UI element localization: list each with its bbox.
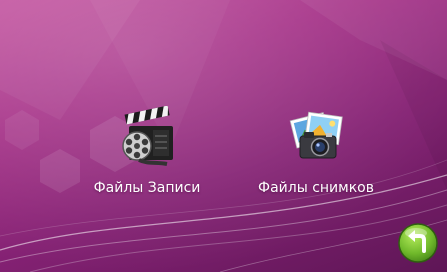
video-clapperboard-icon	[122, 106, 173, 166]
back-button[interactable]	[397, 222, 439, 264]
video-files-tile[interactable]: Файлы Записи	[67, 100, 227, 240]
media-files-screen: Файлы Записи Файлы снимков	[0, 0, 447, 272]
photo-camera-icon	[289, 111, 343, 159]
snapshot-files-tile[interactable]: Файлы снимков	[236, 100, 396, 240]
back-arrow-icon	[398, 223, 438, 263]
video-files-label: Файлы Записи	[93, 180, 201, 196]
snapshot-files-label: Файлы снимков	[258, 180, 374, 196]
